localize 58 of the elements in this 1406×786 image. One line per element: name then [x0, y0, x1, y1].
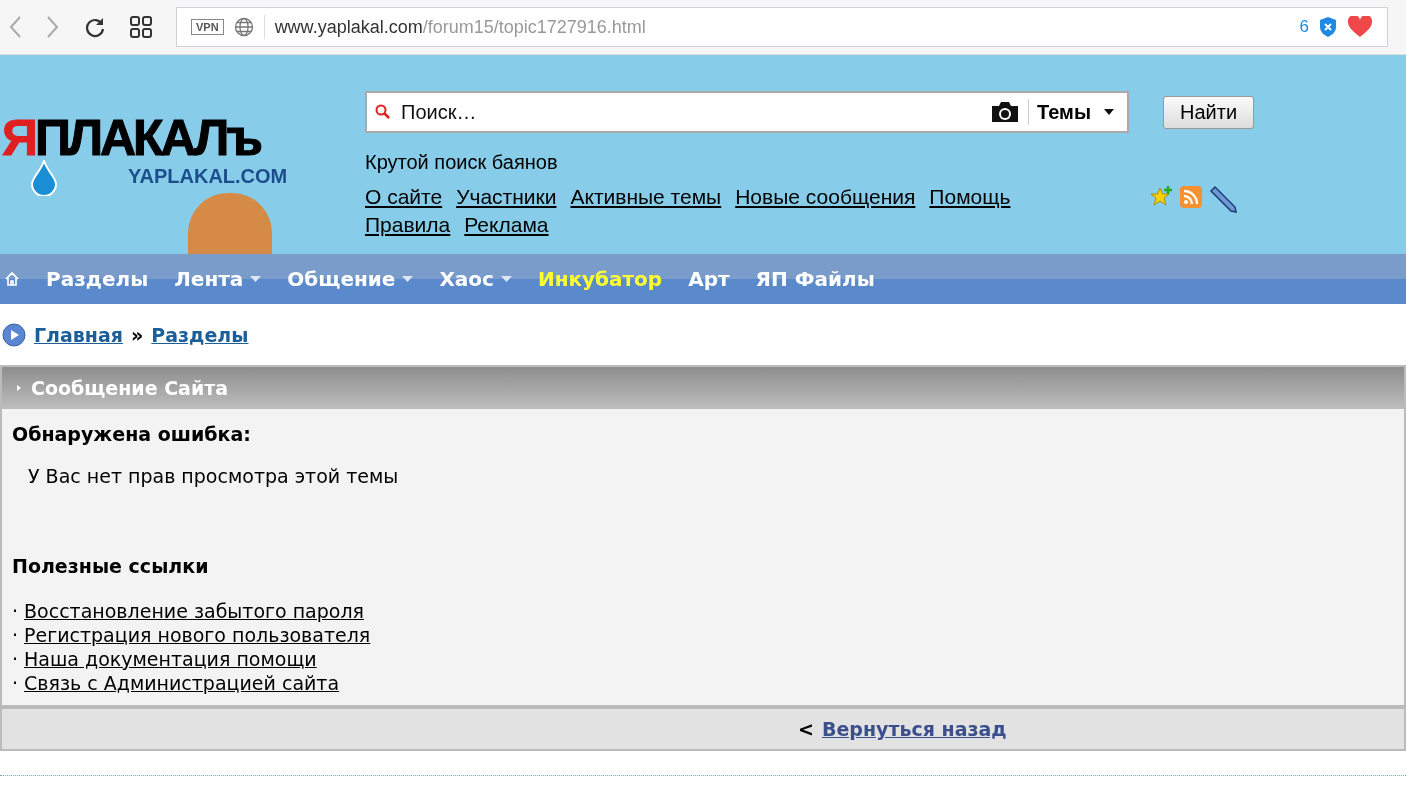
home-icon[interactable]	[4, 271, 20, 287]
address-bar[interactable]: VPN www.yaplakal.com/forum15/topic1727916.html 6	[176, 7, 1388, 47]
bullet: ·	[12, 599, 19, 623]
blocked-count: 6	[1299, 17, 1309, 37]
logo-subtitle: YAPLAKAL.COM	[128, 165, 288, 188]
nav-menu-item[interactable]: ЯП Файлы	[755, 267, 875, 291]
help-link[interactable]: Связь с Администрацией сайта	[24, 671, 340, 695]
pencil-icon[interactable]	[1209, 185, 1237, 214]
header-link[interactable]: Новые сообщения	[735, 184, 916, 211]
bullet: ·	[12, 623, 19, 647]
rss-icon[interactable]	[1179, 185, 1203, 210]
help-link[interactable]: Восстановление забытого пароля	[24, 599, 364, 623]
shield-icon[interactable]	[1319, 16, 1337, 38]
search-field[interactable]: Поиск… Темы	[365, 91, 1129, 133]
links-heading: Полезные ссылки	[12, 555, 210, 577]
search-icon	[375, 104, 391, 120]
nav-menu-item[interactable]: Общение	[287, 267, 414, 291]
find-button[interactable]: Найти	[1163, 95, 1255, 129]
scope-dropdown[interactable]: Темы	[1037, 100, 1119, 124]
help-link[interactable]: Регистрация нового пользователя	[24, 623, 371, 647]
vpn-badge[interactable]: VPN	[191, 19, 224, 35]
caret-icon	[402, 276, 414, 282]
back-icon[interactable]	[8, 15, 22, 39]
header-link[interactable]: О сайте	[365, 184, 443, 211]
nav-menu-item[interactable]: Арт	[688, 267, 730, 291]
error-heading: Обнаружена ошибка:	[12, 423, 252, 445]
forward-icon[interactable]	[46, 15, 60, 39]
grid-icon[interactable]	[130, 16, 152, 38]
bullet: ·	[12, 671, 19, 695]
url-text: www.yaplakal.com/forum15/topic1727916.html	[274, 16, 647, 38]
heart-icon[interactable]	[1347, 16, 1373, 38]
error-message: У Вас нет прав просмотра этой темы	[28, 465, 400, 487]
back-link[interactable]: Вернуться назад	[821, 718, 1007, 740]
header-link[interactable]: Реклама	[464, 212, 549, 239]
nav-menu-item[interactable]: Лента	[174, 267, 262, 291]
breadcrumb-link[interactable]: Главная	[34, 323, 124, 346]
caret-icon	[250, 276, 262, 282]
reload-icon[interactable]	[84, 16, 106, 38]
header-link[interactable]: Участники	[456, 184, 557, 211]
back-arrow-text: <	[798, 718, 814, 740]
bullet: ·	[12, 647, 19, 671]
search-tagline: Крутой поиск баянов	[365, 151, 559, 174]
panel-title: Сообщение Сайта	[31, 377, 229, 399]
header-link[interactable]: Помощь	[929, 184, 1011, 211]
triangle-icon	[16, 384, 22, 392]
globe-icon	[233, 17, 254, 37]
nav-menu-item[interactable]: Разделы	[46, 267, 149, 291]
help-link[interactable]: Наша документация помощи	[24, 647, 317, 671]
water-drop-icon	[30, 160, 58, 196]
breadcrumb-link[interactable]: Разделы	[151, 323, 249, 346]
breadcrumb-separator: »	[131, 323, 144, 346]
site-logo[interactable]: ЯПЛАКАЛъ	[2, 113, 260, 163]
header-link[interactable]: Активные темы	[570, 184, 722, 211]
caret-icon	[1103, 108, 1115, 116]
nav-menu-item[interactable]: Хаос	[439, 267, 512, 291]
camera-icon[interactable]	[990, 101, 1021, 123]
header-link[interactable]: Правила	[365, 212, 451, 239]
caret-icon	[500, 276, 512, 282]
